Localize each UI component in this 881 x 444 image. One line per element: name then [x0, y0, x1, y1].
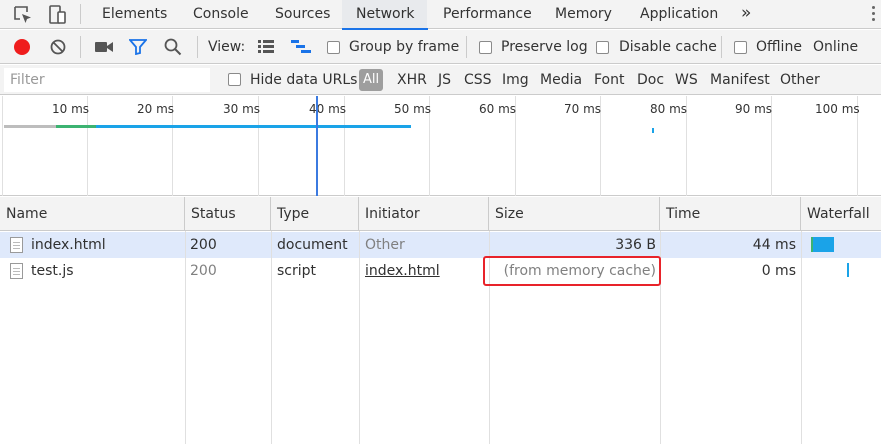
request-name: test.js — [31, 263, 74, 279]
overview-tick-label: 90 ms — [735, 102, 773, 116]
hide-data-urls-label: Hide data URLs — [250, 72, 358, 88]
column-header-size[interactable]: Size — [489, 197, 660, 231]
column-header-type[interactable]: Type — [271, 197, 359, 231]
network-toolbar: View: Group by frame Preserve log Disabl… — [0, 30, 881, 64]
toolbar-separator — [721, 36, 722, 58]
requests-table-header: Name Status Type Initiator Size Time Wat… — [0, 197, 881, 231]
column-divider — [359, 231, 360, 444]
request-time: 0 ms — [761, 263, 796, 279]
tab-sources[interactable]: Sources — [275, 0, 330, 29]
request-type: document — [277, 237, 348, 253]
column-header-time[interactable]: Time — [660, 197, 801, 231]
disable-cache-checkbox[interactable] — [596, 41, 609, 54]
request-size: 336 B — [615, 237, 656, 253]
toolbar-separator — [197, 36, 198, 58]
search-icon[interactable] — [164, 38, 182, 60]
overview-tick-label: 30 ms — [223, 102, 261, 116]
tab-console[interactable]: Console — [193, 0, 249, 29]
table-row[interactable]: index.html 200 document Other 336 B 44 m… — [0, 232, 881, 258]
document-file-icon — [10, 237, 23, 253]
column-divider — [801, 231, 802, 444]
overview-tick-label: 60 ms — [479, 102, 517, 116]
preserve-log-checkbox[interactable] — [479, 41, 492, 54]
overview-tick-label: 20 ms — [137, 102, 175, 116]
overview-gridline — [2, 96, 3, 196]
overview-bar-script — [652, 128, 654, 133]
request-name: index.html — [31, 237, 106, 253]
screenshot-camera-icon[interactable] — [95, 41, 113, 57]
network-filter-bar: Hide data URLs All XHR JS CSS Img Media … — [0, 65, 881, 95]
request-initiator-link[interactable]: index.html — [365, 258, 440, 284]
column-divider — [271, 231, 272, 444]
type-filter-css[interactable]: CSS — [464, 65, 492, 95]
toolbar-separator — [80, 36, 81, 58]
tab-separator — [80, 4, 81, 24]
type-filter-ws[interactable]: WS — [675, 65, 698, 95]
offline-checkbox[interactable] — [734, 41, 747, 54]
type-filter-all[interactable]: All — [359, 69, 383, 91]
group-by-frame-label: Group by frame — [349, 39, 460, 55]
clear-icon[interactable] — [50, 39, 66, 59]
disable-cache-label: Disable cache — [619, 39, 717, 55]
device-toolbar-icon[interactable] — [46, 4, 68, 30]
overview-tick-label: 50 ms — [394, 102, 432, 116]
view-label: View: — [208, 39, 246, 55]
network-overview-timeline[interactable]: 10 ms 20 ms 30 ms 40 ms 50 ms 60 ms 70 m… — [0, 96, 881, 196]
column-header-name[interactable]: Name — [0, 197, 185, 231]
dom-content-loaded-marker — [316, 96, 318, 196]
overview-bar-main — [96, 125, 411, 128]
type-filter-font[interactable]: Font — [594, 65, 624, 95]
column-divider — [185, 231, 186, 444]
memory-cache-highlight-box — [483, 256, 661, 286]
overview-bar-waiting — [4, 125, 56, 128]
table-row[interactable]: test.js 200 script index.html (from memo… — [0, 258, 881, 284]
requests-table: Name Status Type Initiator Size Time Wat… — [0, 197, 881, 444]
overview-tick-label: 40 ms — [309, 102, 347, 116]
toolbar-separator — [466, 36, 467, 58]
hide-data-urls-checkbox[interactable] — [228, 73, 241, 86]
column-header-initiator[interactable]: Initiator — [359, 197, 489, 231]
request-initiator: Other — [365, 237, 405, 253]
inspect-element-icon[interactable] — [12, 4, 34, 30]
request-time: 44 ms — [752, 237, 796, 253]
overview-tick-label: 80 ms — [650, 102, 688, 116]
waterfall-bar — [847, 263, 849, 277]
overview-bar-download — [56, 125, 96, 128]
tab-performance[interactable]: Performance — [443, 0, 532, 29]
type-filter-img[interactable]: Img — [502, 65, 529, 95]
request-status: 200 — [190, 263, 217, 279]
filter-icon[interactable] — [128, 39, 148, 59]
more-tabs-button[interactable]: » — [741, 0, 751, 26]
overview-tick-label: 10 ms — [52, 102, 90, 116]
request-type: script — [277, 263, 317, 279]
throttling-select[interactable]: Online — [813, 30, 858, 64]
tab-application[interactable]: Application — [640, 0, 718, 29]
column-header-status[interactable]: Status — [185, 197, 271, 231]
tab-elements[interactable]: Elements — [102, 0, 167, 29]
waterfall-bar — [811, 237, 834, 252]
type-filter-xhr[interactable]: XHR — [397, 65, 427, 95]
group-by-frame-checkbox[interactable] — [327, 41, 340, 54]
type-filter-media[interactable]: Media — [540, 65, 582, 95]
overview-tick-label: 100 ms — [815, 102, 860, 116]
script-file-icon — [10, 263, 23, 279]
offline-label: Offline — [756, 39, 802, 55]
large-rows-icon[interactable] — [258, 40, 274, 58]
type-filter-js[interactable]: JS — [438, 65, 451, 95]
type-filter-doc[interactable]: Doc — [637, 65, 664, 95]
column-header-waterfall[interactable]: Waterfall — [801, 197, 881, 231]
preserve-log-label: Preserve log — [501, 39, 588, 55]
tab-network[interactable]: Network — [341, 0, 430, 30]
overview-tick-label: 70 ms — [564, 102, 602, 116]
tab-memory[interactable]: Memory — [555, 0, 612, 29]
record-icon[interactable] — [14, 39, 30, 55]
type-filter-manifest[interactable]: Manifest — [710, 65, 770, 95]
waterfall-overview-icon[interactable] — [291, 40, 311, 58]
type-filter-other[interactable]: Other — [780, 65, 820, 95]
devtools-tab-bar: Elements Console Sources Network Perform… — [0, 0, 881, 30]
filter-input[interactable] — [4, 68, 210, 92]
kebab-menu-icon[interactable] — [872, 6, 875, 23]
request-status: 200 — [190, 237, 217, 253]
